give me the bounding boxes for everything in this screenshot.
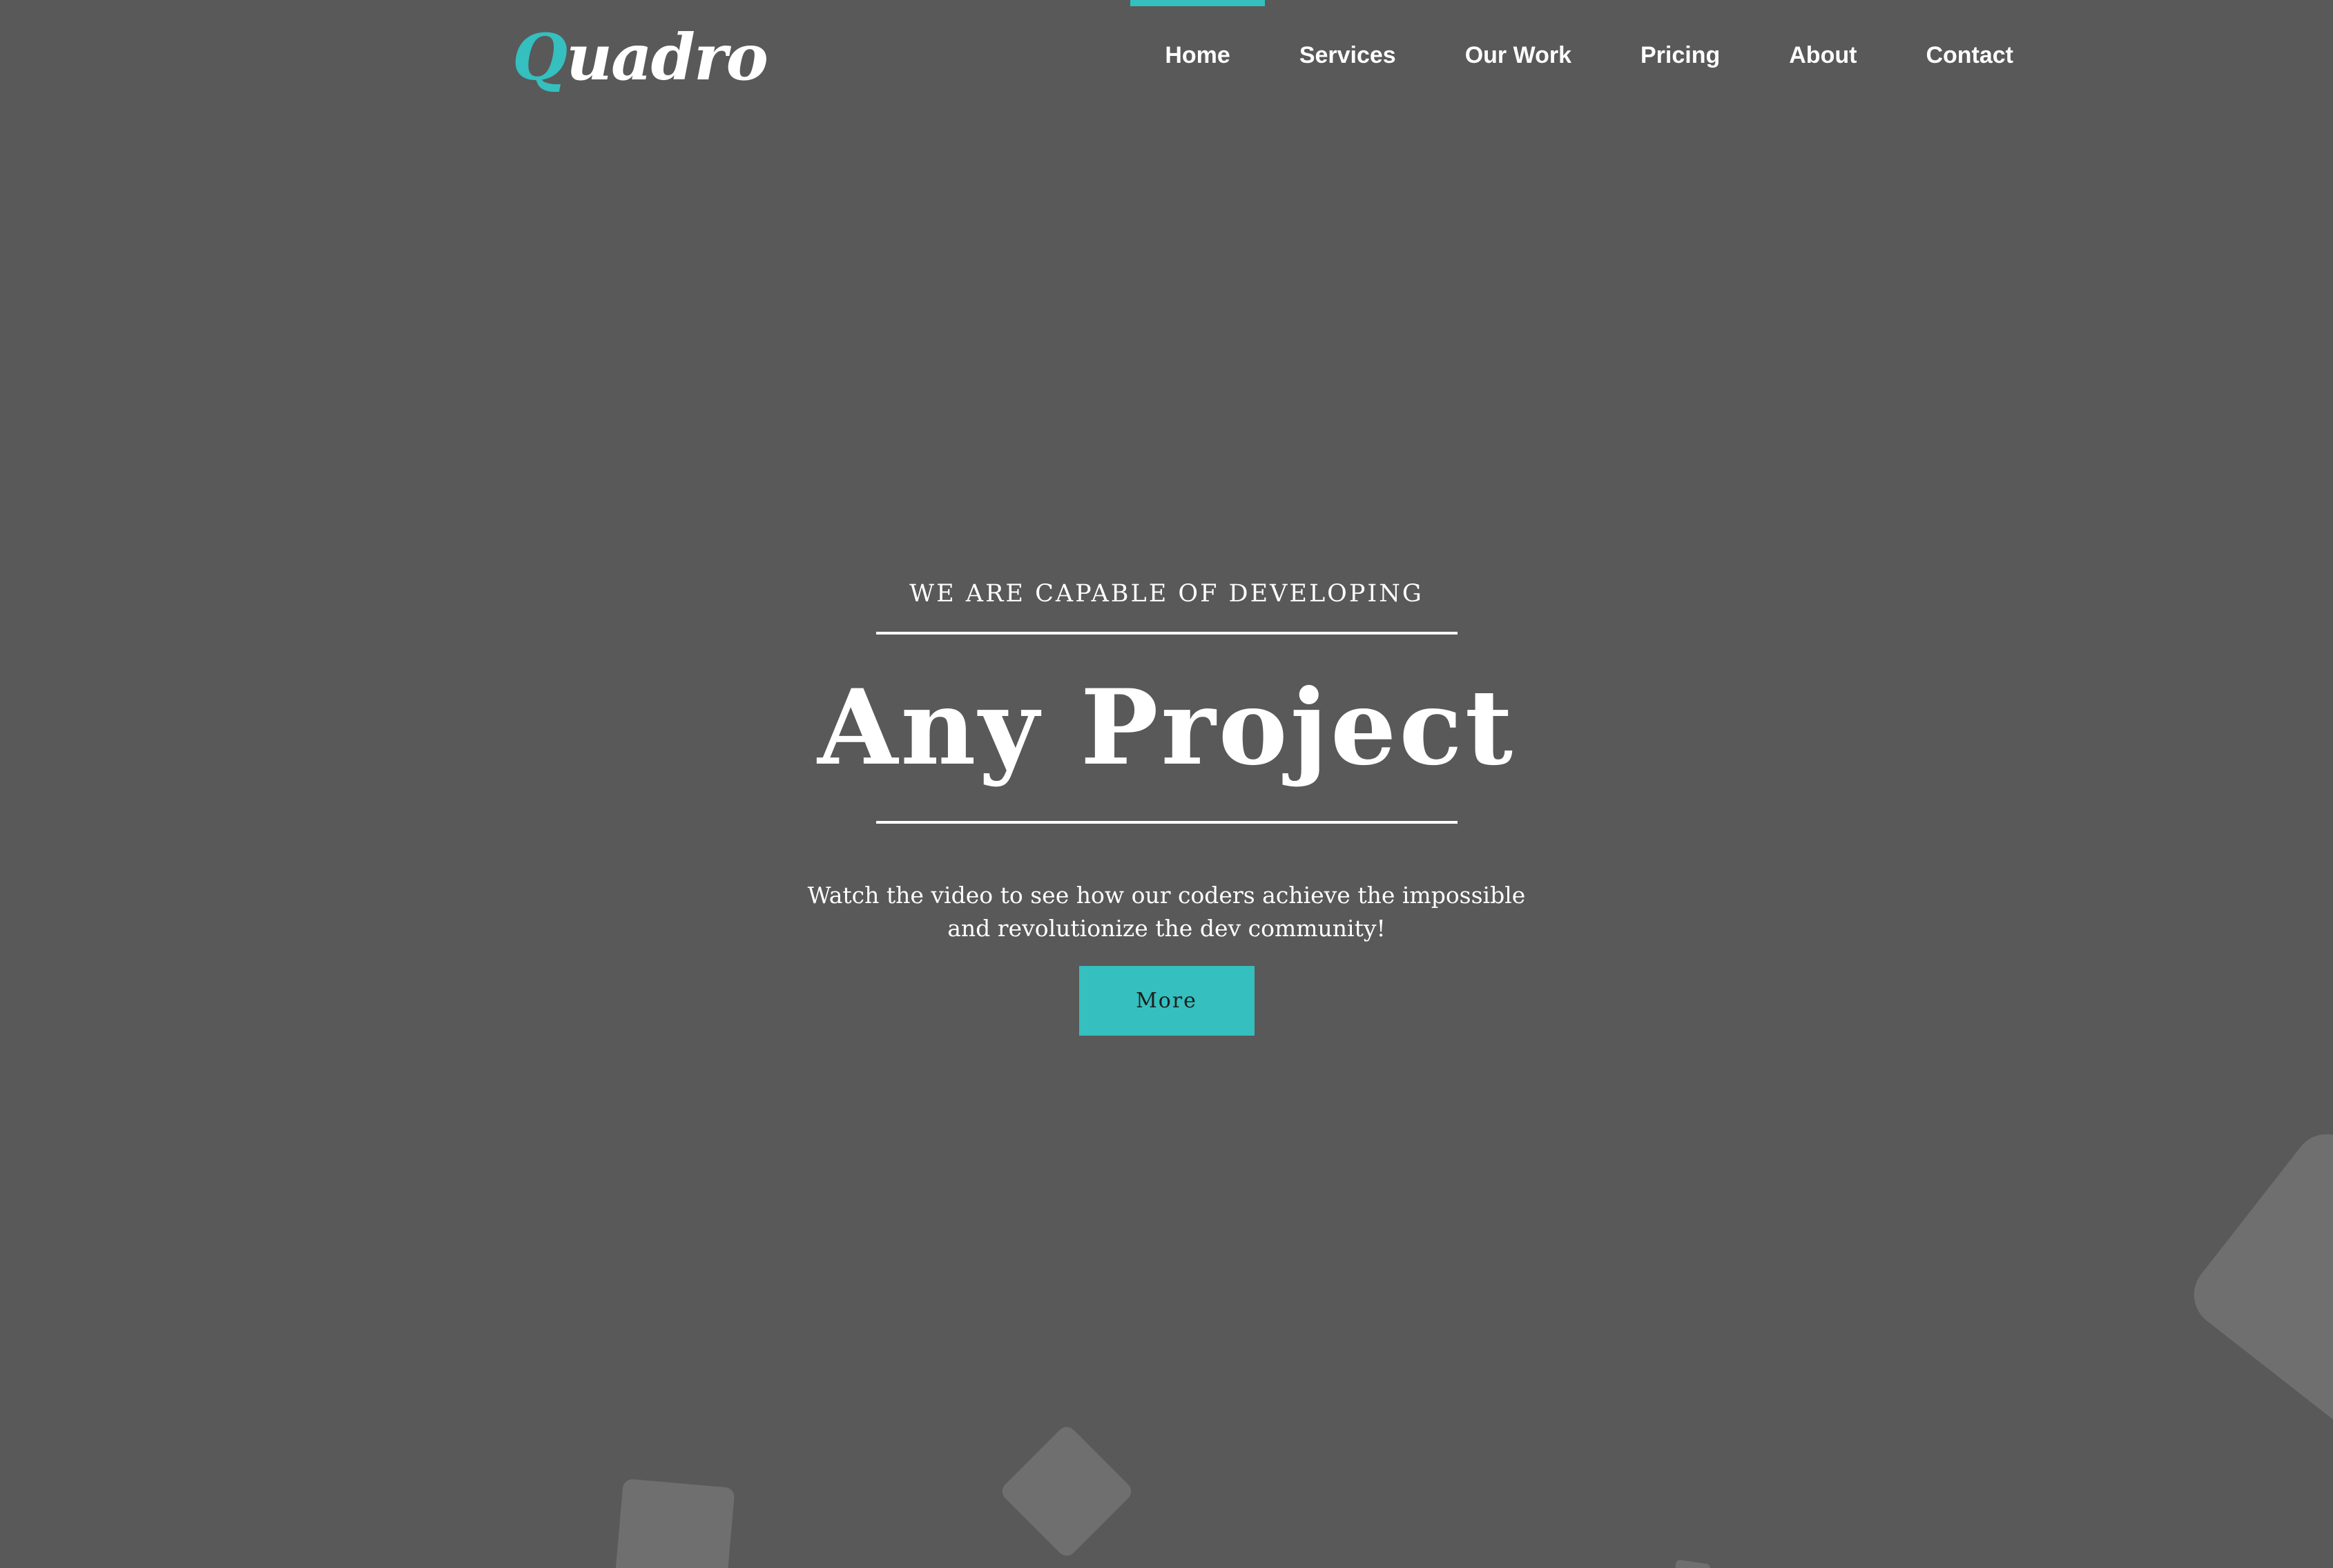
- hero-subtitle: Watch the video to see how our coders ac…: [807, 882, 1526, 942]
- hero-headline: Any Project: [817, 667, 1516, 788]
- hero-section: WE ARE CAPABLE OF DEVELOPING Any Project…: [0, 573, 2333, 1036]
- hero-divider-bottom: [875, 821, 1458, 824]
- decorative-square: [998, 1423, 1135, 1560]
- decorative-square: [1672, 1559, 1711, 1568]
- main-nav: Home Services Our Work Pricing About Con…: [1130, 0, 2013, 110]
- decorative-square: [2180, 1121, 2333, 1441]
- hero-eyebrow: WE ARE CAPABLE OF DEVELOPING: [909, 580, 1424, 608]
- more-button[interactable]: More: [1078, 966, 1255, 1036]
- logo[interactable]: Quadro: [512, 19, 768, 95]
- nav-item-home[interactable]: Home: [1130, 0, 1266, 110]
- logo-text: uadro: [566, 20, 768, 95]
- nav-item-pricing[interactable]: Pricing: [1606, 0, 1754, 110]
- nav-item-about[interactable]: About: [1754, 0, 1891, 110]
- logo-initial: Q: [512, 20, 568, 95]
- decorative-square: [612, 1478, 735, 1568]
- nav-item-contact[interactable]: Contact: [1891, 0, 2013, 110]
- nav-item-services[interactable]: Services: [1265, 0, 1431, 110]
- nav-item-our-work[interactable]: Our Work: [1431, 0, 1606, 110]
